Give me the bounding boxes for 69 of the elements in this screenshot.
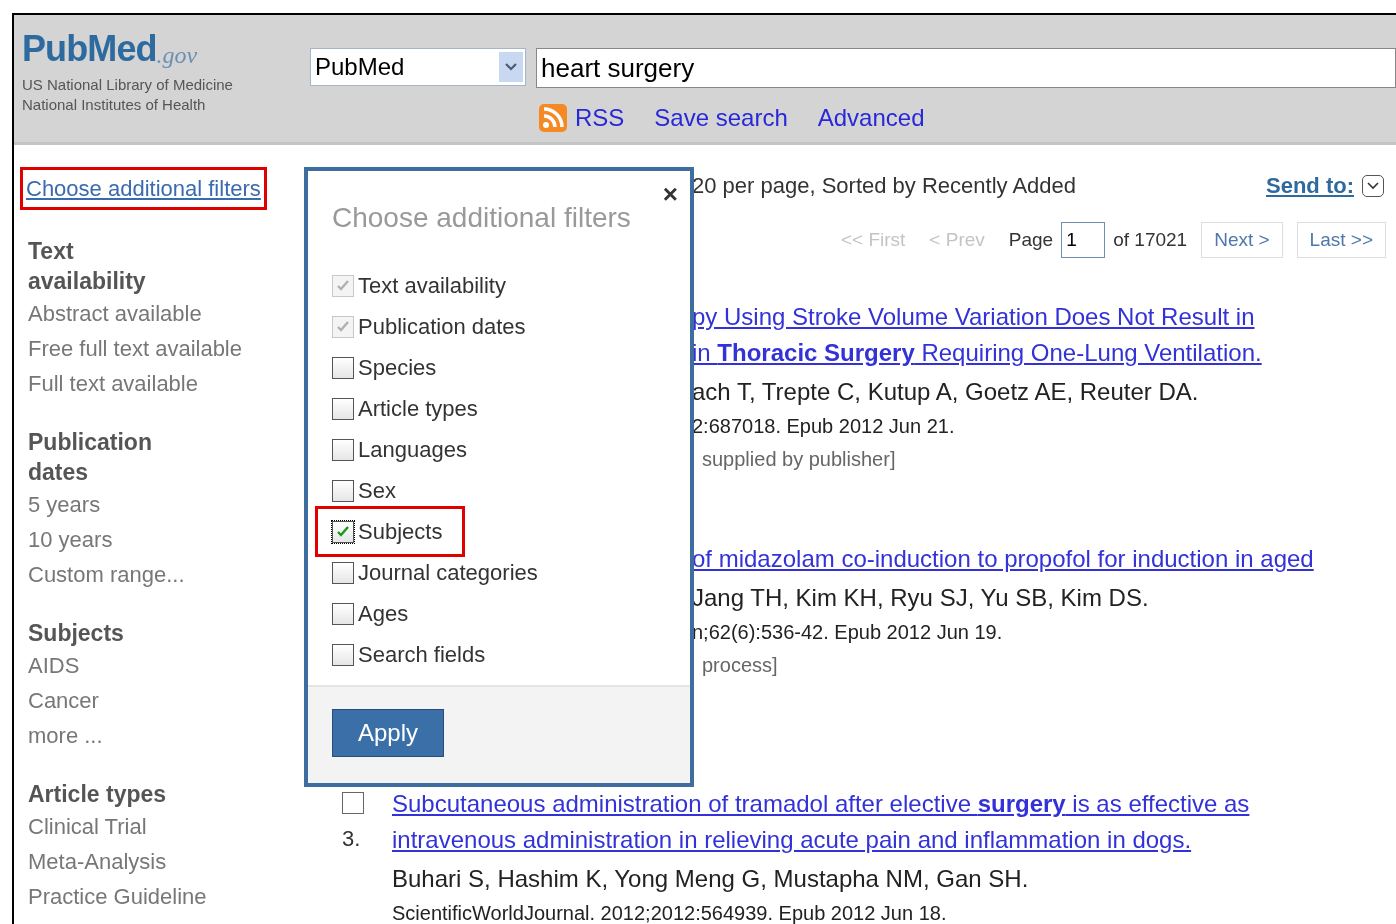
domain-suffix: .gov xyxy=(156,43,198,67)
filter-option-label[interactable]: Journal categories xyxy=(358,556,538,589)
header-link[interactable]: Save search xyxy=(654,100,788,136)
rss-icon xyxy=(539,104,567,132)
search-field[interactable]: heart surgery xyxy=(536,48,1396,88)
filter-link[interactable]: Abstract available xyxy=(28,296,202,331)
filter-link[interactable]: Practice Guideline xyxy=(28,879,207,914)
page-input[interactable]: 1 xyxy=(1061,222,1106,258)
result-number: 3. xyxy=(342,825,361,853)
dropdown-icon[interactable] xyxy=(1362,174,1384,197)
result-authors: Buhari S, Hashim K, Yong Meng G, Mustapha NM, Gan SH. xyxy=(392,864,1030,894)
result-title-link[interactable]: Subcutaneous administration of tramadol after elective surgery is as effective as xyxy=(392,786,1250,822)
filter-link[interactable]: Free full text available xyxy=(28,331,242,366)
filter-link[interactable]: Cancer xyxy=(28,683,99,718)
checkbox[interactable] xyxy=(332,438,354,461)
filter-link[interactable]: Meta-Analysis xyxy=(28,844,167,879)
header-link[interactable]: Advanced xyxy=(817,100,925,136)
result-note: supplied by publisher] xyxy=(701,447,897,472)
result-title-link[interactable]: py Using Stroke Volume Variation Does Not Result in xyxy=(692,299,1396,335)
organization-text: National Institutes of Health xyxy=(22,95,207,115)
filter-group-heading: Text availability xyxy=(28,237,147,296)
result-note: process] xyxy=(701,653,779,678)
header-link[interactable]: RSS xyxy=(575,100,625,136)
choose-filters-link[interactable]: Choose additional filters xyxy=(26,176,261,201)
result-title-link[interactable]: in Thoracic Surgery Requiring One-Lung Ventilation. xyxy=(692,335,1396,371)
logo-wordmark[interactable]: PubMed xyxy=(22,31,157,67)
filter-option-label[interactable]: Species xyxy=(358,351,437,384)
checkbox[interactable] xyxy=(332,520,354,543)
pager-text: of 17021 xyxy=(1113,227,1188,252)
result-authors: ach T, Trepte C, Kutup A, Goetz AE, Reuter DA. xyxy=(692,377,1200,407)
checkbox[interactable] xyxy=(332,356,354,379)
filter-option-label[interactable]: Search fields xyxy=(358,638,486,671)
filter-option-label[interactable]: Article types xyxy=(358,392,478,425)
apply-button[interactable]: Apply xyxy=(332,709,444,757)
organization-text: US National Library of Medicine xyxy=(22,75,234,95)
result-journal: n;62(6):536-42. Epub 2012 Jun 19. xyxy=(692,620,1004,645)
filter-option-label[interactable]: Subjects xyxy=(358,515,443,548)
filter-group-heading: Publication dates xyxy=(28,428,153,487)
checkbox[interactable] xyxy=(332,397,354,420)
filter-link[interactable]: Full text available xyxy=(28,366,198,401)
checkbox[interactable] xyxy=(332,561,354,584)
results-summary: 20 per page, Sorted by Recently Added xyxy=(692,172,1077,200)
pager-text: Page xyxy=(1008,227,1054,252)
result-title-link[interactable]: intravenous administration in relieving acute pain and inflammation in dogs. xyxy=(392,822,1250,858)
filter-link[interactable]: 5 years xyxy=(28,487,101,522)
send-to-link[interactable]: Send to: xyxy=(1266,169,1354,202)
pager-button[interactable]: Next > xyxy=(1201,222,1283,258)
checkbox[interactable] xyxy=(332,479,354,502)
database-select[interactable]: PubMed xyxy=(310,48,526,86)
filter-link[interactable]: AIDS xyxy=(28,648,80,683)
filter-link[interactable]: 10 years xyxy=(28,522,113,557)
checkbox[interactable] xyxy=(332,602,354,625)
result-journal: 2:687018. Epub 2012 Jun 21. xyxy=(692,414,956,439)
close-button[interactable]: × xyxy=(662,181,678,207)
filter-group-heading: Subjects xyxy=(28,619,125,648)
filter-group-heading: Article types xyxy=(28,780,168,809)
pager-button[interactable]: Last >> xyxy=(1296,222,1386,258)
filter-option-label[interactable]: Languages xyxy=(358,433,467,466)
filter-link[interactable]: Custom range... xyxy=(28,557,185,592)
result-checkbox[interactable] xyxy=(342,792,364,814)
filter-link[interactable]: more ... xyxy=(28,718,103,753)
filter-option-label[interactable]: Ages xyxy=(358,597,409,630)
checkbox[interactable] xyxy=(332,643,354,666)
caret-icon xyxy=(499,52,523,82)
popup-title: Choose additional filters xyxy=(332,201,632,235)
result-authors: Jang TH, Kim KH, Ryu SJ, Yu SB, Kim DS. xyxy=(692,583,1150,613)
filter-option-label[interactable]: Sex xyxy=(358,474,396,507)
filter-link[interactable]: Clinical Trial xyxy=(28,809,147,844)
result-journal: ScientificWorldJournal. 2012;2012:564939. Epub 2012 Jun 18. xyxy=(392,901,948,924)
